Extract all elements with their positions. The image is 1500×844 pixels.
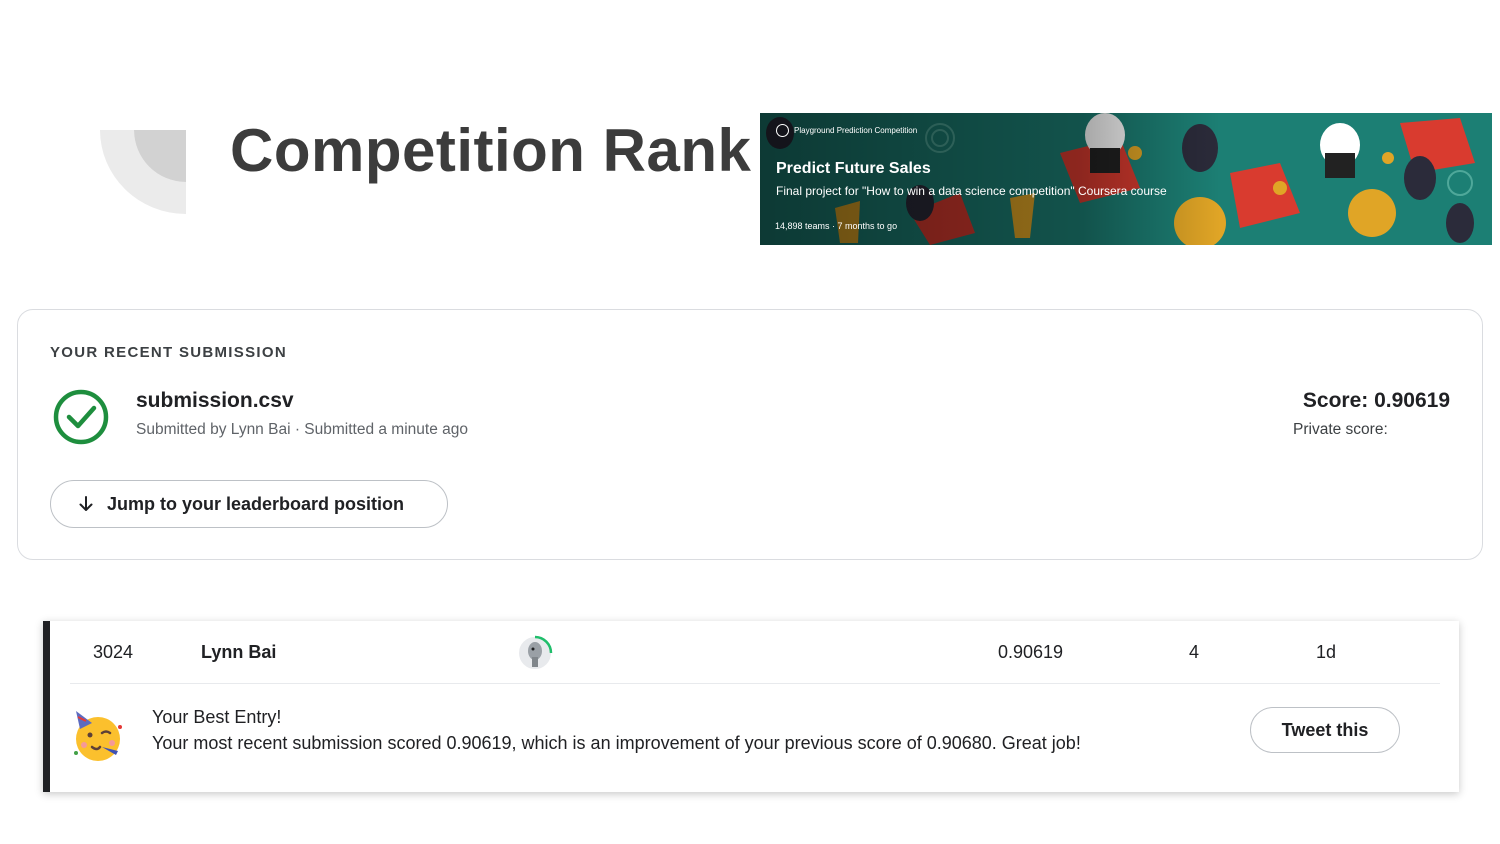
- competition-type-icon: [776, 124, 789, 137]
- check-circle-icon: [53, 389, 109, 445]
- submission-heading: YOUR RECENT SUBMISSION: [50, 344, 287, 361]
- decorative-arc-icon: [100, 130, 186, 214]
- slide-title: Competition Rank: [230, 117, 752, 184]
- competition-type: Playground Prediction Competition: [776, 124, 917, 137]
- tweet-button[interactable]: Tweet this: [1250, 707, 1400, 753]
- submission-file-name: submission.csv: [136, 389, 294, 412]
- public-score: Score: 0.90619: [1302, 389, 1450, 412]
- partying-face-icon: [74, 711, 122, 761]
- jump-to-leaderboard-button[interactable]: Jump to your leaderboard position: [50, 480, 448, 528]
- arrow-down-icon: [79, 496, 93, 511]
- ostrich-avatar-icon[interactable]: [515, 631, 557, 673]
- leaderboard-score: 0.90619: [998, 642, 1064, 662]
- leaderboard-rank: 3024: [93, 642, 134, 662]
- row-divider: [70, 683, 1440, 684]
- jump-button-label: Jump to your leaderboard position: [107, 493, 405, 514]
- submission-details: Submitted by Lynn Bai · Submitted a minu…: [136, 421, 469, 438]
- competition-title[interactable]: Predict Future Sales: [776, 160, 931, 178]
- leaderboard-team-name[interactable]: Lynn Bai: [201, 642, 276, 663]
- leaderboard-row: 3024 Lynn Bai 0.90619 4 1d Your Best Ent…: [43, 621, 1459, 792]
- leaderboard-entries: 4: [1189, 642, 1200, 662]
- private-score: Private score:: [1293, 421, 1388, 438]
- best-entry-message: Your most recent submission scored 0.906…: [152, 733, 1081, 753]
- competition-banner[interactable]: Playground Prediction Competition Predic…: [760, 113, 1492, 245]
- competition-subtitle: Final project for "How to win a data sci…: [776, 184, 1167, 198]
- competition-meta: 14,898 teams · 7 months to go: [775, 221, 898, 231]
- competition-type-label: Playground Prediction Competition: [794, 126, 918, 135]
- leaderboard-last-submission: 1d: [1316, 642, 1337, 662]
- recent-submission-card: YOUR RECENT SUBMISSION submission.csv Su…: [17, 309, 1483, 560]
- best-entry-title: Your Best Entry!: [152, 707, 282, 727]
